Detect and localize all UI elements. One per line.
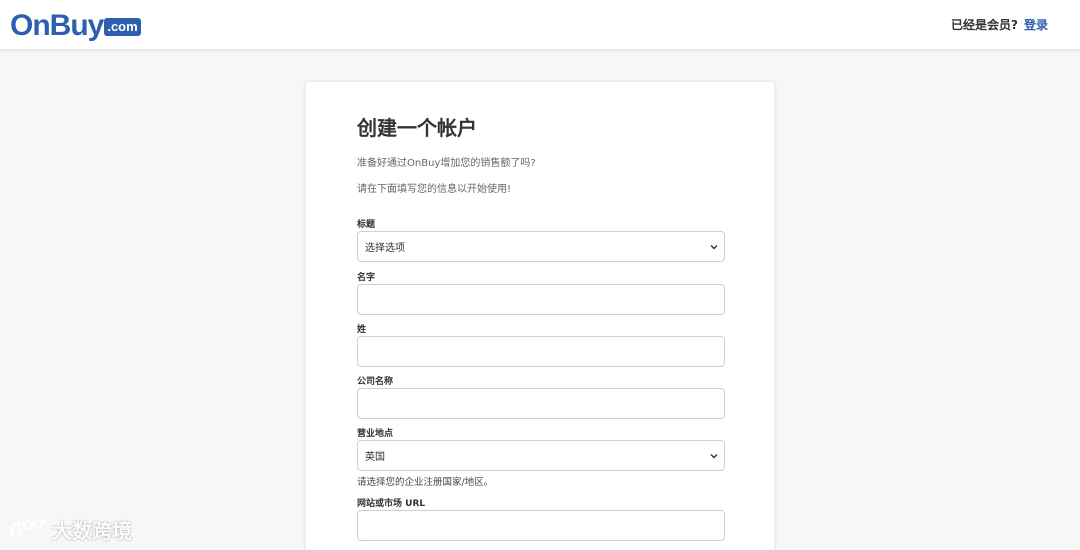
intro-text-1: 准备好通过OnBuy增加您的销售额了吗? bbox=[357, 158, 536, 169]
last-name-label: 姓 bbox=[357, 325, 367, 335]
logo-dotcom: .com bbox=[104, 18, 141, 36]
business-location-label: 营业地点 bbox=[357, 429, 394, 439]
chevron-down-icon bbox=[710, 245, 718, 250]
intro-text-2: 请在下面填写您的信息以开始使用! bbox=[357, 184, 512, 195]
business-location-value: 英国 bbox=[365, 452, 385, 463]
website-url-input[interactable] bbox=[357, 510, 725, 541]
business-location-hint: 请选择您的企业注册国家/地区。 bbox=[357, 477, 494, 488]
chevron-down-icon bbox=[710, 454, 718, 459]
page-title: 创建一个帐户 bbox=[357, 116, 477, 140]
logo-text: OnBuy bbox=[10, 9, 104, 42]
watermark: 大数跨境 bbox=[8, 514, 132, 544]
first-name-label: 名字 bbox=[357, 273, 376, 283]
website-label: 网站或市场 URL bbox=[357, 499, 426, 509]
member-login-area: 已经是会员? 登录 bbox=[951, 16, 1048, 33]
watermark-text: 大数跨境 bbox=[52, 518, 132, 543]
onbuy-logo[interactable]: OnBuy .com bbox=[10, 6, 141, 42]
title-label: 标题 bbox=[357, 220, 376, 230]
first-name-input[interactable] bbox=[357, 284, 725, 315]
last-name-input[interactable] bbox=[357, 336, 725, 367]
title-select-value: 选择选项 bbox=[365, 243, 405, 254]
business-location-select[interactable]: 英国 bbox=[357, 440, 725, 471]
watermark-logo-icon bbox=[10, 518, 46, 539]
title-select[interactable]: 选择选项 bbox=[357, 231, 725, 262]
signup-card: 创建一个帐户 准备好通过OnBuy增加您的销售额了吗? 请在下面填写您的信息以开… bbox=[305, 81, 775, 550]
login-link[interactable]: 登录 bbox=[1024, 16, 1048, 33]
top-header: OnBuy .com 已经是会员? 登录 bbox=[0, 0, 1080, 50]
company-name-input[interactable] bbox=[357, 388, 725, 419]
company-name-label: 公司名称 bbox=[357, 377, 394, 387]
already-member-text: 已经是会员? bbox=[951, 18, 1018, 32]
